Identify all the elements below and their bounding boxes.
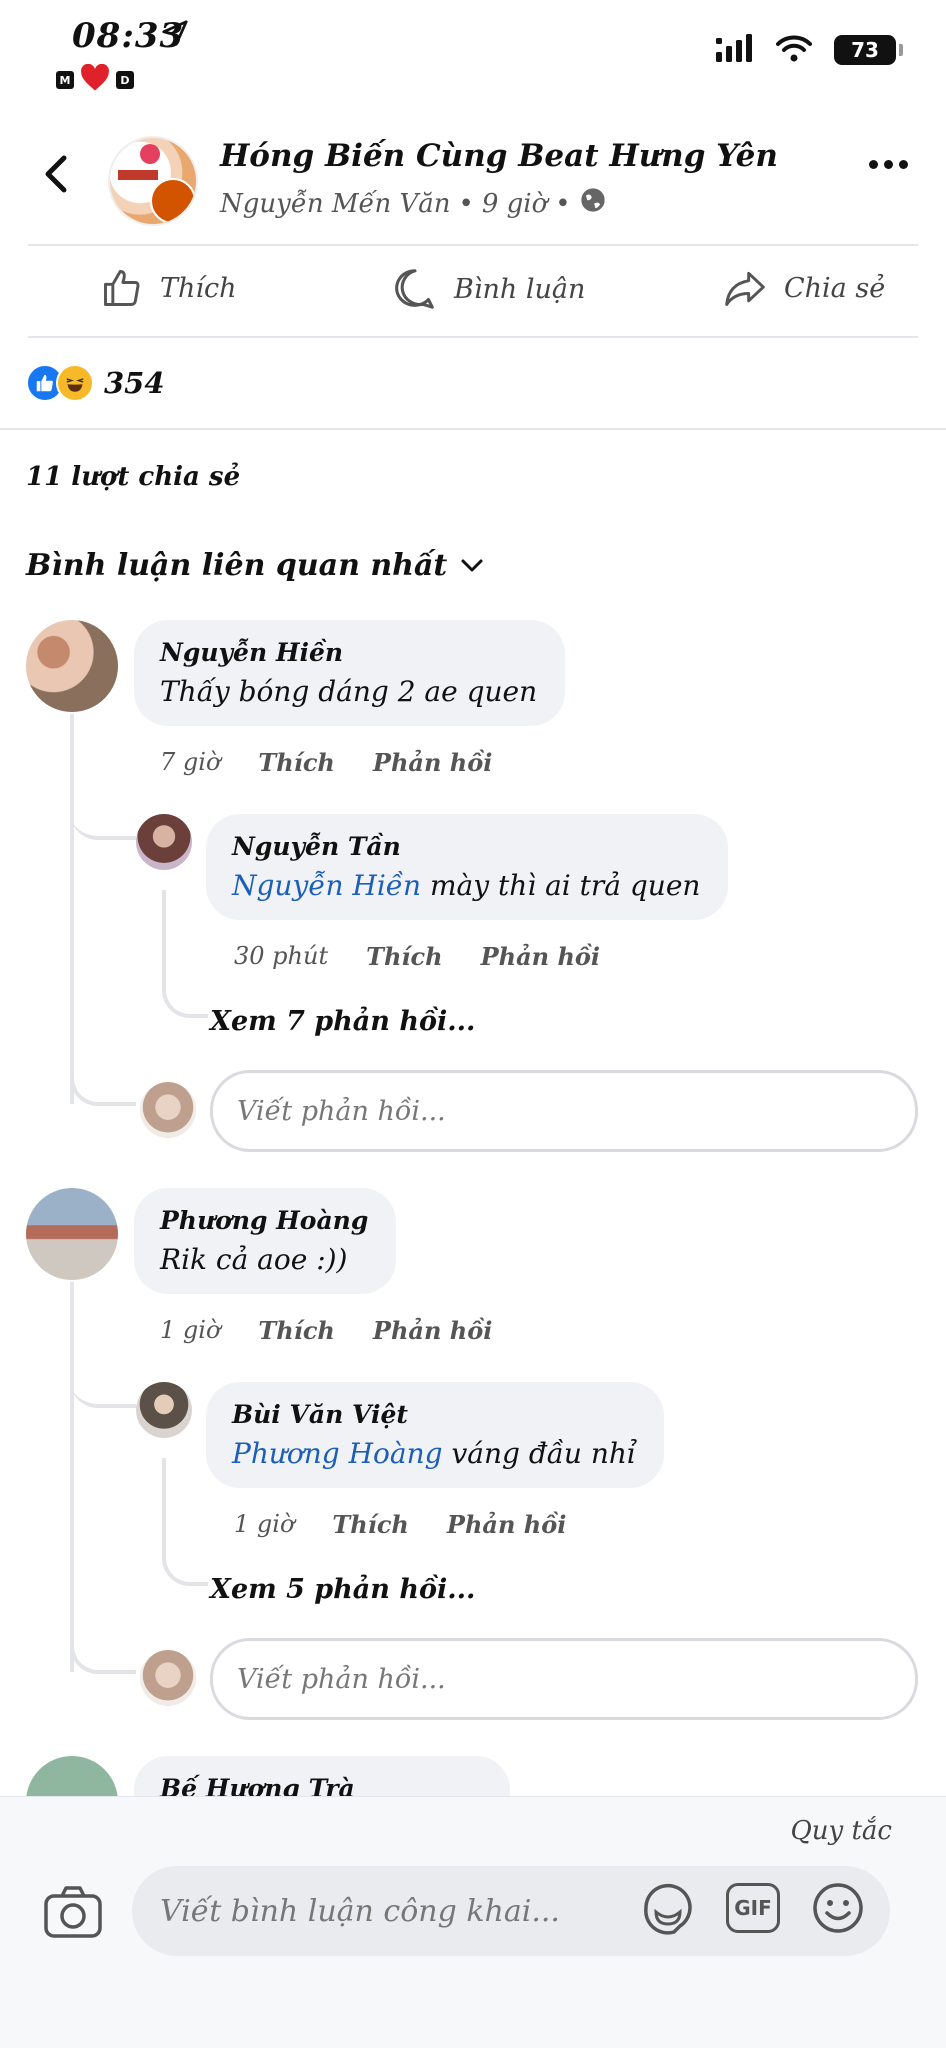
cellular-signal-icon — [716, 34, 754, 66]
like-label: Thích — [160, 272, 237, 304]
comment-author[interactable]: Nguyễn Hiền — [160, 638, 537, 667]
comment-text: Thấy bóng dáng 2 ae quen — [160, 675, 538, 708]
comment-time: 1 giờ — [160, 1316, 221, 1344]
reply-like-button[interactable]: Thích — [332, 1510, 409, 1539]
comment-bubble[interactable]: Nguyễn Hiền Thấy bóng dáng 2 ae quen — [134, 620, 566, 726]
sticker-icon — [644, 1883, 692, 1935]
reply-body: mày thì ai trả quen — [421, 869, 701, 902]
reply-input[interactable]: Viết phản hồi... — [210, 1070, 918, 1152]
globe-icon — [579, 186, 607, 221]
thread-connector — [70, 1348, 136, 1408]
reply-avatar[interactable] — [136, 814, 192, 870]
comment-actions: 7 giờ Thích Phản hồi — [160, 748, 492, 777]
thread-line — [70, 714, 74, 1104]
share-arrow-icon — [725, 271, 765, 306]
reply-author[interactable]: Bùi Văn Việt — [232, 1400, 636, 1429]
reply-bubble[interactable]: Bùi Văn Việt Phương Hoàng váng đầu nhỉ — [206, 1382, 664, 1488]
more-options-button[interactable] — [869, 160, 908, 169]
group-avatar[interactable] — [108, 136, 198, 226]
comment-sort-dropdown[interactable]: Bình luận liên quan nhất — [26, 548, 485, 583]
comment-avatar[interactable] — [26, 1188, 118, 1280]
divider — [0, 428, 946, 430]
meta-separator: • — [555, 188, 571, 219]
heart-icon — [80, 63, 110, 96]
reaction-count: 354 — [104, 366, 165, 400]
sticker-button[interactable] — [640, 1880, 696, 1936]
group-name[interactable]: Hóng Biến Cùng Beat Hưng Yên — [220, 138, 778, 174]
comment-reply-button[interactable]: Phản hồi — [373, 748, 492, 777]
post-author[interactable]: Nguyễn Mến Văn — [220, 189, 450, 219]
comment-like-button[interactable]: Thích — [258, 748, 335, 777]
reply-time: 1 giờ — [234, 1510, 295, 1538]
reply-reply-button[interactable]: Phản hồi — [481, 942, 600, 971]
share-count[interactable]: 11 lượt chia sẻ — [26, 462, 240, 492]
thread-connector — [162, 890, 208, 1018]
thread-line — [70, 1282, 74, 1672]
thread-connector — [70, 780, 136, 840]
view-more-replies[interactable]: Xem 5 phản hồi... — [210, 1574, 475, 1605]
thread-connector — [70, 1628, 136, 1674]
reply-actions: 1 giờ Thích Phản hồi — [234, 1510, 566, 1539]
reply-time: 30 phút — [234, 942, 329, 970]
sort-label: Bình luận liên quan nhất — [26, 548, 448, 583]
reply-author[interactable]: Nguyễn Tần — [232, 832, 700, 861]
gif-button[interactable]: GIF — [726, 1883, 780, 1933]
battery-indicator: 73 — [834, 35, 903, 65]
haha-reaction-icon — [56, 364, 94, 402]
emoji-smile-icon — [813, 1883, 863, 1933]
comment-time: 7 giờ — [160, 748, 221, 776]
reply-text: Nguyễn Hiền mày thì ai trả quen — [232, 869, 700, 902]
status-badge-d: D — [116, 71, 134, 89]
like-button[interactable]: Thích — [100, 266, 237, 310]
my-avatar — [140, 1082, 196, 1138]
wifi-icon — [776, 34, 812, 66]
comment-bubble-icon — [395, 269, 434, 309]
thread-connector — [70, 1060, 136, 1106]
comment-reply-button[interactable]: Phản hồi — [373, 1316, 492, 1345]
view-more-replies[interactable]: Xem 7 phản hồi... — [210, 1006, 475, 1037]
back-button[interactable] — [36, 150, 76, 198]
share-button[interactable]: Chia sẻ — [722, 266, 885, 310]
status-indicators: 73 — [716, 34, 903, 66]
chevron-left-icon — [45, 155, 67, 193]
reply-avatar[interactable] — [136, 1382, 192, 1438]
reply-bubble[interactable]: Nguyễn Tần Nguyễn Hiền mày thì ai trả qu… — [206, 814, 729, 920]
reply-input[interactable]: Viết phản hồi... — [210, 1638, 918, 1720]
composer-tools: GIF — [640, 1880, 866, 1936]
reply-actions: 30 phút Thích Phản hồi — [234, 942, 600, 971]
comment-text: Rik cả aoe :)) — [160, 1243, 348, 1276]
divider — [28, 244, 918, 246]
reply-body: váng đầu nhỉ — [442, 1437, 636, 1470]
comment-button[interactable]: Bình luận — [392, 266, 585, 312]
chevron-down-icon — [461, 559, 483, 571]
status-badge-m: M — [56, 71, 74, 89]
thread-connector — [162, 1458, 208, 1586]
reply-mention[interactable]: Nguyễn Hiền — [232, 869, 421, 902]
reply-reply-button[interactable]: Phản hồi — [447, 1510, 566, 1539]
camera-button[interactable] — [42, 1884, 104, 1940]
divider — [28, 336, 918, 338]
reply-text: Phương Hoàng váng đầu nhỉ — [232, 1437, 636, 1470]
reply-mention[interactable]: Phương Hoàng — [232, 1437, 443, 1470]
comment-author[interactable]: Phương Hoàng — [160, 1206, 368, 1235]
status-badges: M D — [56, 63, 134, 96]
my-avatar — [140, 1650, 196, 1706]
post-time: 9 giờ — [481, 188, 548, 219]
thumbs-up-icon — [104, 270, 140, 306]
meta-separator: • — [458, 188, 474, 219]
reaction-summary[interactable]: 354 — [26, 364, 165, 402]
post-meta: Nguyễn Mến Văn • 9 giờ • — [220, 186, 607, 221]
camera-icon — [44, 1886, 102, 1938]
comment-bubble[interactable]: Phương Hoàng Rik cả aoe :)) — [134, 1188, 397, 1294]
gif-label: GIF — [734, 1896, 772, 1920]
reply-like-button[interactable]: Thích — [366, 942, 443, 971]
comment-label: Bình luận — [454, 273, 586, 305]
comment-actions: 1 giờ Thích Phản hồi — [160, 1316, 492, 1345]
emoji-button[interactable] — [810, 1880, 866, 1936]
comment-like-button[interactable]: Thích — [258, 1316, 335, 1345]
location-arrow-icon — [160, 18, 190, 52]
share-label: Chia sẻ — [784, 272, 886, 304]
comment-avatar[interactable] — [26, 620, 118, 712]
community-rules-link[interactable]: Quy tắc — [790, 1816, 892, 1846]
